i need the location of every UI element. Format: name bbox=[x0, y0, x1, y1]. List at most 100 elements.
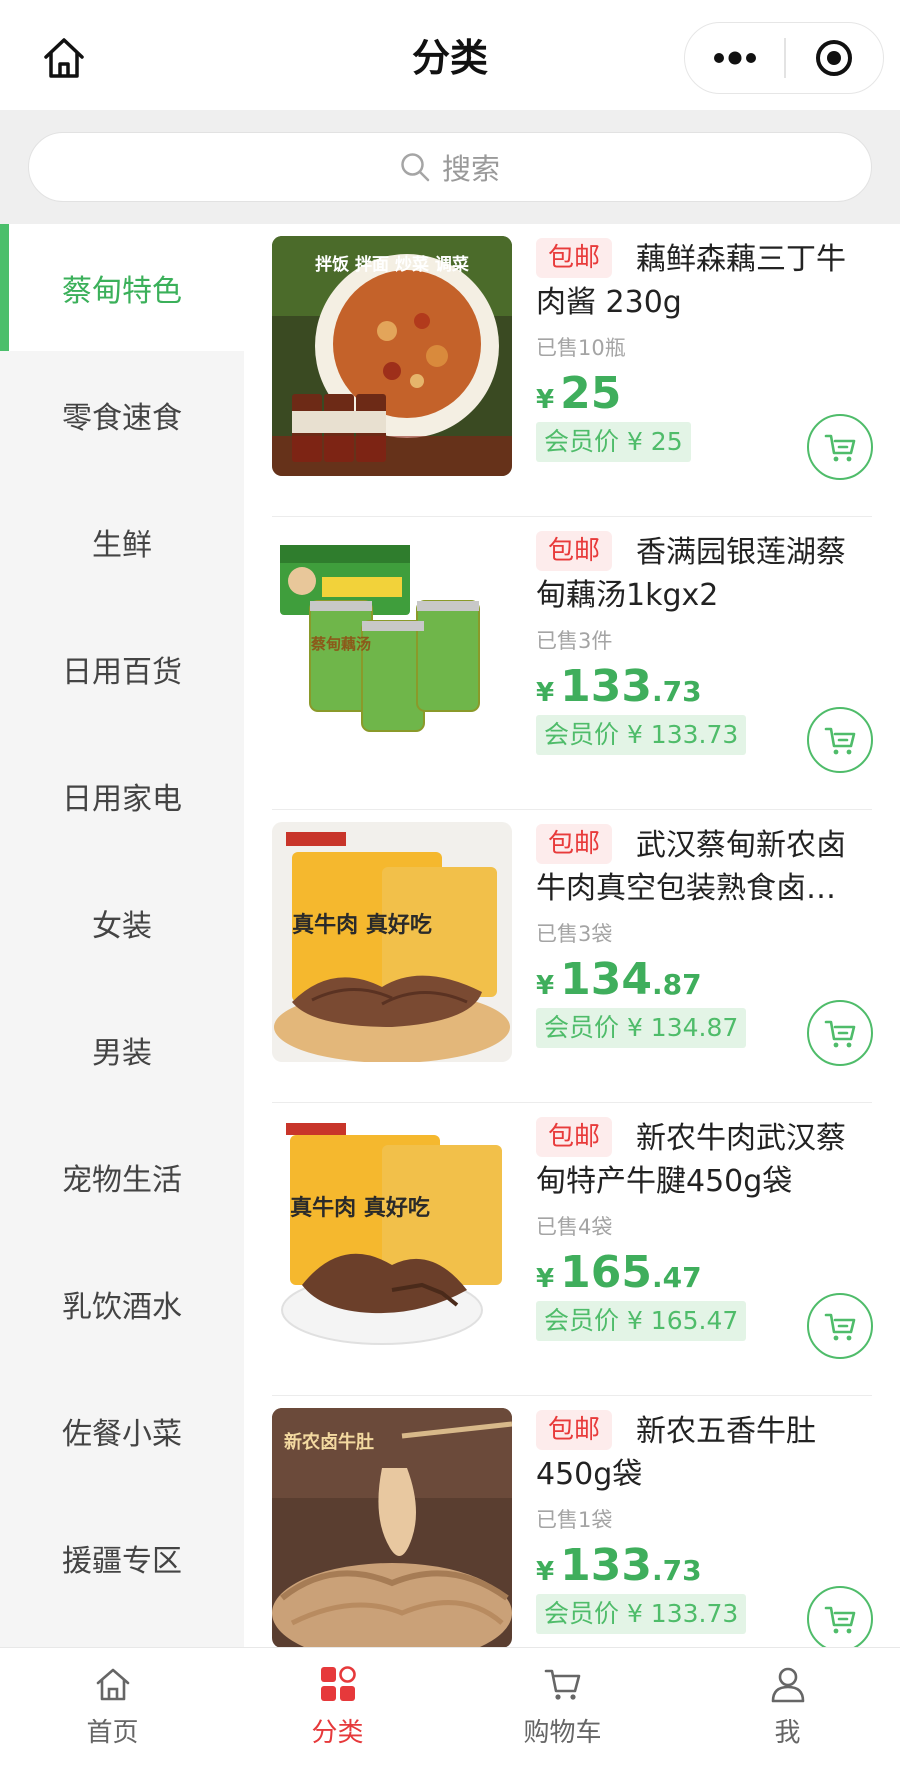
sold-count: 已售3袋 bbox=[536, 922, 613, 946]
category-icon bbox=[320, 1666, 356, 1701]
tab-label: 我 bbox=[774, 1718, 801, 1748]
product-image-caption: 真牛肉 真好吃 bbox=[290, 1195, 430, 1221]
product-image[interactable]: 蔡甸藕汤 bbox=[272, 529, 512, 769]
product-photo-beef-sauce: 拌饭 拌面 炒菜 调菜 bbox=[272, 236, 512, 476]
sidebar-item-label: 女装 bbox=[92, 908, 152, 944]
product-image[interactable]: 真牛肉 真好吃 bbox=[272, 822, 512, 1062]
free-shipping-badge: 包邮 bbox=[536, 531, 613, 571]
sidebar-item-mens[interactable]: 男装 bbox=[0, 986, 244, 1113]
member-price: 会员价 ¥ 25 bbox=[536, 422, 691, 462]
sidebar-item-daily-goods[interactable]: 日用百货 bbox=[0, 605, 244, 732]
member-price: 会员价 ¥ 133.73 bbox=[536, 1594, 747, 1634]
sidebar-item-womens[interactable]: 女装 bbox=[0, 859, 244, 986]
more-button[interactable] bbox=[685, 22, 784, 94]
product-image-caption: 拌饭 拌面 炒菜 调菜 bbox=[315, 254, 470, 275]
add-cart-icon bbox=[824, 727, 856, 755]
product-card[interactable]: 蔡甸藕汤 包邮 香满园银莲湖蔡甸藕汤1kgx2 已售3件 ¥133.73 会员价 … bbox=[272, 517, 873, 810]
search-area: 搜索 bbox=[0, 110, 900, 224]
sidebar-item-label: 佐餐小菜 bbox=[62, 1416, 182, 1452]
add-cart-icon bbox=[824, 1313, 856, 1341]
sidebar-item-fresh[interactable]: 生鲜 bbox=[0, 478, 244, 605]
product-name: 包邮 藕鲜森藕三丁牛肉酱 230g bbox=[536, 238, 872, 324]
product-list: 拌饭 拌面 炒菜 调菜 包邮 藕鲜森藕三丁牛肉酱 230g 已售10瓶 ¥25 会… bbox=[244, 224, 900, 1647]
product-price: ¥165.47 bbox=[536, 1247, 702, 1298]
add-to-cart-button[interactable] bbox=[807, 707, 873, 773]
member-price: 会员价 ¥ 134.87 bbox=[536, 1008, 747, 1048]
mini-program-capsule bbox=[684, 22, 884, 94]
product-image[interactable]: 真牛肉 真好吃 bbox=[272, 1115, 512, 1355]
home-icon bbox=[96, 1668, 129, 1701]
add-to-cart-button[interactable] bbox=[807, 1586, 873, 1647]
product-name: 包邮 武汉蔡甸新农卤牛肉真空包装熟食卤… bbox=[536, 824, 872, 910]
sidebar-item-label: 男装 bbox=[92, 1035, 152, 1071]
tab-me[interactable]: 我 bbox=[675, 1648, 900, 1765]
product-name: 包邮 新农五香牛肚450g袋 bbox=[536, 1410, 872, 1496]
sidebar-item-side-dishes[interactable]: 佐餐小菜 bbox=[0, 1367, 244, 1494]
sidebar-item-label: 零食速食 bbox=[62, 400, 182, 436]
product-image[interactable]: 拌饭 拌面 炒菜 调菜 bbox=[272, 236, 512, 476]
product-image-caption: 新农卤牛肚 bbox=[284, 1431, 374, 1453]
add-cart-icon bbox=[824, 1020, 856, 1048]
sold-count: 已售1袋 bbox=[536, 1508, 613, 1532]
add-cart-icon bbox=[824, 434, 856, 462]
product-image-caption: 真牛肉 真好吃 bbox=[292, 912, 432, 938]
more-dots-icon bbox=[713, 51, 756, 65]
tab-cart[interactable]: 购物车 bbox=[450, 1648, 675, 1765]
add-cart-icon bbox=[824, 1606, 856, 1634]
search-icon bbox=[401, 153, 430, 182]
sidebar-item-label: 日用百货 bbox=[62, 654, 182, 690]
free-shipping-badge: 包邮 bbox=[536, 1117, 613, 1157]
product-price: ¥133.73 bbox=[536, 661, 702, 712]
product-photo-beef-tripe: 新农卤牛肚 bbox=[272, 1408, 512, 1647]
product-card[interactable]: 新农卤牛肚 包邮 新农五香牛肚450g袋 已售1袋 ¥133.73 会员价 ¥ 1… bbox=[272, 1396, 873, 1647]
product-image[interactable]: 新农卤牛肚 bbox=[272, 1408, 512, 1647]
sidebar-item-snacks[interactable]: 零食速食 bbox=[0, 351, 244, 478]
close-mini-program-button[interactable] bbox=[786, 22, 883, 94]
search-input[interactable]: 搜索 bbox=[28, 132, 872, 202]
product-card[interactable]: 拌饭 拌面 炒菜 调菜 包邮 藕鲜森藕三丁牛肉酱 230g 已售10瓶 ¥25 会… bbox=[272, 224, 873, 517]
product-photo-braised-beef: 真牛肉 真好吃 bbox=[272, 822, 512, 1062]
sidebar-item-label: 援疆专区 bbox=[62, 1543, 182, 1579]
product-photo-lotus-soup: 蔡甸藕汤 bbox=[272, 529, 512, 769]
cart-icon bbox=[544, 1669, 580, 1700]
user-icon bbox=[771, 1667, 804, 1703]
bottom-tab-bar: 首页 分类 购物车 我 bbox=[0, 1647, 900, 1765]
sidebar-item-drinks[interactable]: 乳饮酒水 bbox=[0, 1240, 244, 1367]
add-to-cart-button[interactable] bbox=[807, 414, 873, 480]
sidebar-item-appliances[interactable]: 日用家电 bbox=[0, 732, 244, 859]
target-close-icon bbox=[816, 40, 853, 76]
category-sidebar: 蔡甸特色 零食速食 生鲜 日用百货 日用家电 女装 男装 宠物生活 乳饮酒水 佐… bbox=[0, 224, 244, 1647]
sidebar-item-pets[interactable]: 宠物生活 bbox=[0, 1113, 244, 1240]
sidebar-item-label: 乳饮酒水 bbox=[62, 1289, 182, 1325]
sidebar-item-label: 日用家电 bbox=[62, 781, 182, 817]
tab-label: 购物车 bbox=[523, 1718, 602, 1748]
sidebar-item-caidian-special[interactable]: 蔡甸特色 bbox=[0, 224, 244, 351]
product-photo-beef-shank: 真牛肉 真好吃 bbox=[272, 1115, 512, 1355]
product-price: ¥134.87 bbox=[536, 954, 702, 1005]
home-icon bbox=[44, 38, 84, 78]
sidebar-item-xinjiang-aid[interactable]: 援疆专区 bbox=[0, 1494, 244, 1621]
free-shipping-badge: 包邮 bbox=[536, 1410, 613, 1450]
home-button[interactable] bbox=[36, 30, 92, 86]
sold-count: 已售10瓶 bbox=[536, 336, 626, 360]
sidebar-item-label: 宠物生活 bbox=[62, 1162, 182, 1198]
tab-home[interactable]: 首页 bbox=[0, 1648, 225, 1765]
sold-count: 已售3件 bbox=[536, 629, 613, 653]
tab-category[interactable]: 分类 bbox=[225, 1648, 450, 1765]
tab-label: 分类 bbox=[311, 1718, 364, 1748]
nav-bar: 分类 bbox=[0, 0, 900, 110]
add-to-cart-button[interactable] bbox=[807, 1000, 873, 1066]
sold-count: 已售4袋 bbox=[536, 1215, 613, 1239]
free-shipping-badge: 包邮 bbox=[536, 238, 613, 278]
product-card[interactable]: 真牛肉 真好吃 包邮 新农牛肉武汉蔡甸特产牛腱450g袋 已售4袋 ¥165.47… bbox=[272, 1103, 873, 1396]
product-price: ¥25 bbox=[536, 368, 622, 419]
product-image-caption: 蔡甸藕汤 bbox=[310, 635, 371, 653]
product-card[interactable]: 真牛肉 真好吃 包邮 武汉蔡甸新农卤牛肉真空包装熟食卤… 已售3袋 ¥134.87… bbox=[272, 810, 873, 1103]
member-price: 会员价 ¥ 133.73 bbox=[536, 715, 747, 755]
search-placeholder: 搜索 bbox=[441, 152, 500, 186]
member-price: 会员价 ¥ 165.47 bbox=[536, 1301, 747, 1341]
tab-label: 首页 bbox=[86, 1718, 139, 1748]
product-name: 包邮 新农牛肉武汉蔡甸特产牛腱450g袋 bbox=[536, 1117, 872, 1203]
free-shipping-badge: 包邮 bbox=[536, 824, 613, 864]
add-to-cart-button[interactable] bbox=[807, 1293, 873, 1359]
